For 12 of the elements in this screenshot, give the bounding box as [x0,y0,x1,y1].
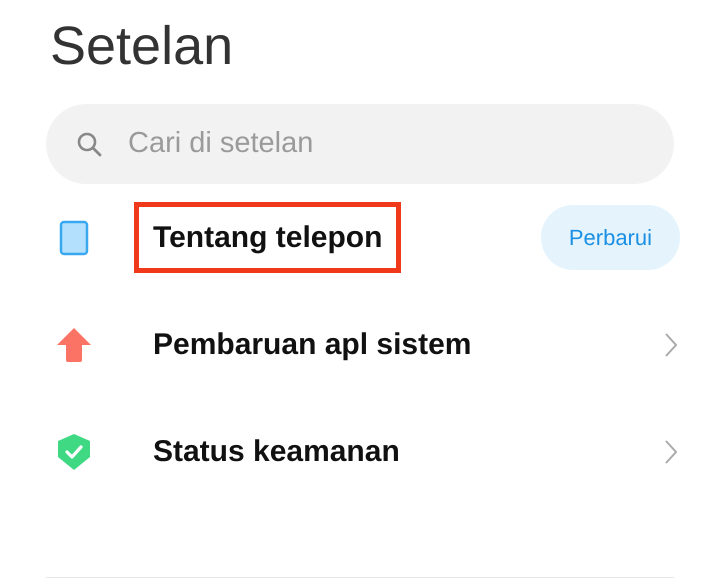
settings-item-label[interactable]: Pembaruan apl sistem [134,309,490,380]
search-input[interactable]: Cari di setelan [126,121,674,167]
page-title: Setelan [50,15,234,78]
shield-check-icon [57,432,91,470]
search-field[interactable]: Cari di setelan [46,104,674,184]
chevron-right-icon [664,332,678,358]
up-arrow-icon [56,326,92,362]
settings-item-label[interactable]: Status keamanan [134,416,419,487]
phone-icon [59,220,89,256]
highlighted-label[interactable]: Tentang telepon [134,202,402,273]
search-icon [76,131,102,157]
chevron-right-icon [664,438,678,464]
